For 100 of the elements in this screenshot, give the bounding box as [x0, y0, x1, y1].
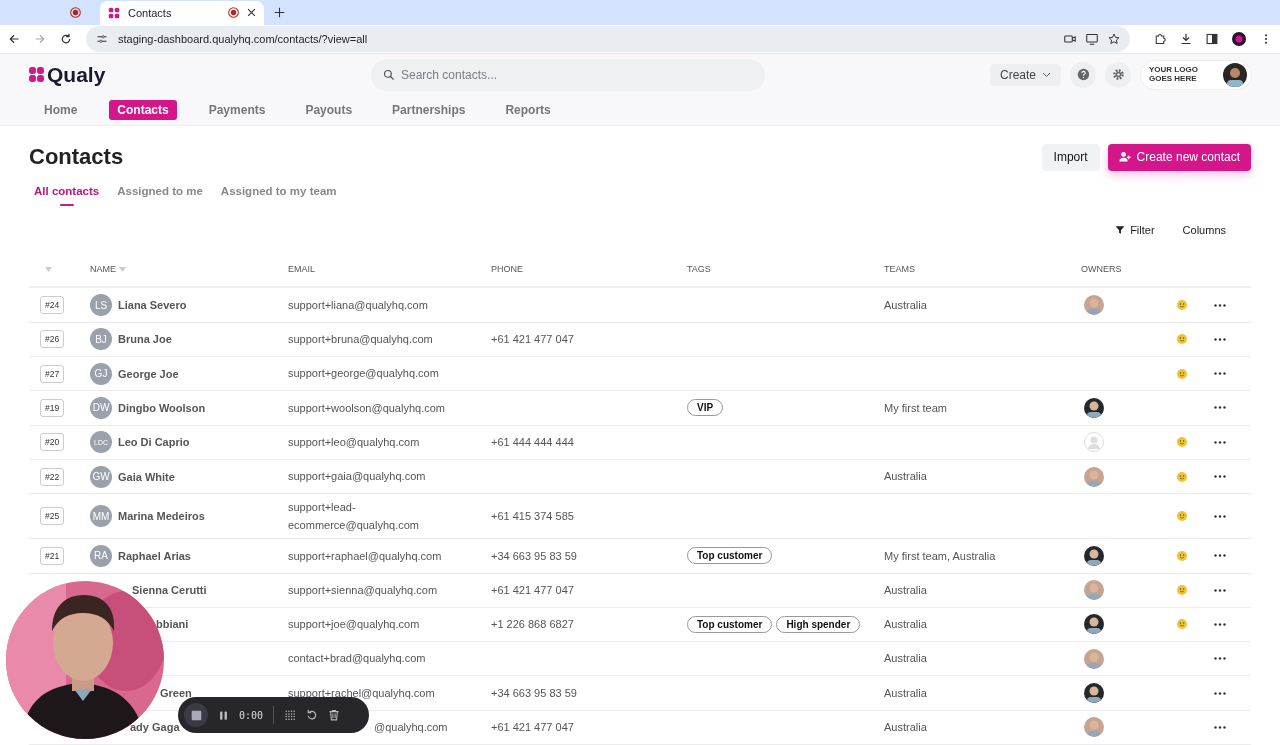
- more-icon: [1214, 440, 1226, 444]
- settings-button[interactable]: [1105, 61, 1131, 88]
- view-tab[interactable]: All contacts: [34, 180, 100, 203]
- column-header[interactable]: EMAIL: [288, 264, 315, 275]
- contact-name[interactable]: Liana Severo: [118, 299, 187, 312]
- table-cell: Australia: [884, 298, 927, 311]
- contact-name[interactable]: Gaia White: [118, 470, 175, 483]
- tab-title: Contacts: [128, 6, 173, 19]
- table-cell: +1 226 868 6827: [491, 618, 574, 631]
- contact-name[interactable]: Green: [160, 687, 192, 700]
- restart-icon: [306, 709, 319, 721]
- help-icon: [1076, 68, 1090, 82]
- nav-tab[interactable]: Payouts: [297, 100, 361, 121]
- nav-tab[interactable]: Payments: [200, 100, 274, 121]
- nav-tab[interactable]: Partnerships: [384, 100, 474, 121]
- more-icon: [1214, 691, 1226, 695]
- id-badge: #19: [40, 398, 65, 417]
- contact-name[interactable]: Dingbo Woolson: [118, 401, 206, 414]
- stop-button[interactable]: [184, 703, 208, 727]
- initials-avatar: LS: [90, 294, 112, 317]
- table-cell: Australia: [884, 686, 927, 699]
- contact-name[interactable]: Raphael Arias: [118, 549, 191, 562]
- puzzle-icon: [1154, 33, 1166, 45]
- more-icon: [1214, 372, 1226, 376]
- monitor-icon: [1086, 33, 1098, 45]
- dots-grid-icon: [284, 709, 297, 721]
- table-cell: My first team: [884, 401, 947, 414]
- help-button[interactable]: [1070, 61, 1096, 88]
- more-icon: [1214, 554, 1226, 558]
- contact-name[interactable]: George Joe: [118, 367, 179, 380]
- contact-name[interactable]: ady Gaga: [130, 721, 180, 734]
- id-badge: #22: [40, 467, 65, 486]
- settings-icon: [1111, 68, 1125, 82]
- id-badge: #24: [40, 296, 65, 315]
- pause-button[interactable]: [218, 709, 229, 721]
- create-contact-button[interactable]: Create new contact: [1107, 143, 1251, 171]
- table-cell: support+raphael@qualyhq.com: [288, 549, 442, 562]
- caret-icon: [1042, 71, 1051, 78]
- contact-name[interactable]: bbiani: [156, 618, 189, 631]
- nav-tab[interactable]: Reports: [497, 100, 559, 121]
- user-plus-icon: [1118, 151, 1131, 164]
- search-field[interactable]: Search contacts...: [371, 58, 765, 91]
- column-header[interactable]: PHONE: [491, 264, 523, 275]
- contact-name[interactable]: Marina Medeiros: [118, 510, 205, 523]
- table-cell: +61 421 477 047: [491, 583, 574, 596]
- column-header[interactable]: NAME: [90, 264, 116, 275]
- restart-button[interactable]: [306, 709, 319, 721]
- table-cell: +34 663 95 83 59: [491, 549, 577, 562]
- filter-button[interactable]: Filter: [1115, 224, 1155, 237]
- plus-icon: [274, 6, 285, 18]
- logo-placeholder-text: YOUR LOGO GOES HERE: [1149, 66, 1199, 83]
- nav-tab[interactable]: Contacts: [109, 100, 177, 121]
- id-badge: #20: [40, 433, 65, 452]
- more-icon: [1214, 622, 1226, 626]
- browser-tab[interactable]: Contacts: [100, 0, 264, 25]
- record-icon: [228, 7, 239, 19]
- view-tab[interactable]: Assigned to my team: [220, 180, 337, 203]
- delete-button[interactable]: [328, 709, 341, 721]
- table-cell-text: @qualyhq.com: [373, 721, 448, 733]
- table-cell: Australia: [884, 583, 927, 596]
- more-icon: [1214, 514, 1226, 518]
- column-header[interactable]: TEAMS: [884, 264, 915, 275]
- import-button[interactable]: Import: [1041, 143, 1100, 171]
- table-cell: Australia: [884, 618, 927, 631]
- contact-name[interactable]: Bruna Joe: [118, 333, 172, 346]
- contact-name[interactable]: Leo Di Caprio: [118, 436, 190, 449]
- trash-icon: [328, 709, 341, 721]
- column-header[interactable]: TAGS: [687, 264, 711, 275]
- view-tab[interactable]: Assigned to me: [117, 180, 203, 203]
- grid-button[interactable]: [284, 709, 297, 721]
- initials-avatar: GW: [90, 465, 112, 488]
- table-cell: +61 444 444 444: [491, 435, 574, 448]
- more-icon: [1214, 475, 1226, 479]
- table-cell: +61 421 477 047: [491, 721, 574, 733]
- table-cell: support+gaia@qualyhq.com: [288, 470, 426, 483]
- back-icon: [8, 33, 20, 45]
- sort-icon: [119, 266, 126, 272]
- create-button[interactable]: Create: [989, 63, 1061, 86]
- brand-icon: [28, 66, 45, 84]
- url-text: staging-dashboard.qualyhq.com/contacts/?view=all: [118, 33, 369, 45]
- address-bar[interactable]: staging-dashboard.qualyhq.com/contacts/?view=all: [86, 26, 1130, 52]
- search-icon: [383, 68, 395, 81]
- user-icon: [1084, 432, 1104, 453]
- contact-name[interactable]: Sienna Cerutti: [132, 584, 207, 597]
- initials-avatar: GJ: [90, 362, 112, 385]
- record-icon: [70, 7, 81, 19]
- columns-button[interactable]: Columns: [1182, 224, 1226, 237]
- initials-avatar: BJ: [90, 328, 112, 351]
- download-icon: [1180, 33, 1192, 45]
- table-cell: My first team, Australia: [884, 549, 996, 562]
- column-header[interactable]: OWNERS: [1081, 264, 1122, 275]
- table-cell: support+joe@qualyhq.com: [288, 618, 420, 631]
- account-pill[interactable]: YOUR LOGO GOES HERE: [1140, 59, 1252, 90]
- table-cell: support+george@qualyhq.com: [288, 367, 439, 380]
- nav-tab[interactable]: Home: [36, 100, 86, 121]
- table-cell: contact+brad@qualyhq.com: [288, 652, 426, 665]
- table-cell: +61 421 477 047: [491, 333, 574, 346]
- table-cell: support+lead-ecommerce@qualyhq.com: [288, 500, 419, 532]
- star-icon: [1108, 33, 1120, 45]
- brand-name: Qualy: [47, 62, 106, 87]
